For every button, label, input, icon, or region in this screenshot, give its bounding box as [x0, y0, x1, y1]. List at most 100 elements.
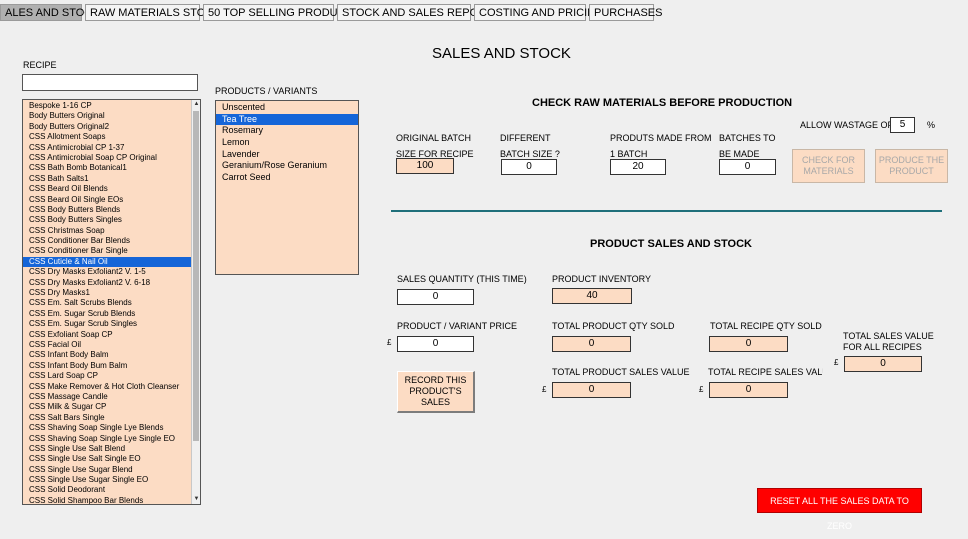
tab-stock-and-sales-reports[interactable]: STOCK AND SALES REPORTS	[337, 4, 500, 21]
recipe-list-item[interactable]: CSS Salt Bars Single	[23, 413, 191, 423]
recipe-list-item[interactable]: CSS Antimicrobial CP 1-37	[23, 143, 191, 153]
record-button-line3: SALES	[420, 397, 451, 407]
batches-label: BATCHES TO BE MADE	[719, 133, 776, 160]
total-sales-all-label-line1: TOTAL SALES VALUE	[843, 331, 934, 341]
check-button-line2: MATERIALS	[803, 166, 854, 176]
products-listbox[interactable]: Unscented Tea Tree Rosemary Lemon Lavender Ge…	[215, 100, 359, 275]
tab-sales-and-stock[interactable]: ALES AND STOCK	[0, 4, 100, 21]
recipe-list-item[interactable]: CSS Em. Sugar Scrub Blends	[23, 309, 191, 319]
original-batch-label: ORIGINAL BATCH SIZE FOR RECIPE	[396, 133, 474, 160]
tab-top-selling-products[interactable]: 50 TOP SELLING PRODUCTS	[203, 4, 360, 21]
recipe-list-item[interactable]: CSS Dry Masks1	[23, 288, 191, 298]
recipe-list-item[interactable]: Body Butters Original	[23, 111, 191, 121]
recipe-label: RECIPE	[23, 60, 57, 70]
recipe-list-item[interactable]: CSS Beard Oil Single EOs	[23, 195, 191, 205]
recipe-list-item[interactable]: CSS Exfoliant Soap CP	[23, 330, 191, 340]
recipe-scrollbar[interactable]: ▲ ▼	[191, 100, 200, 504]
tab-purchases[interactable]: PURCHASES	[589, 4, 662, 21]
product-list-item[interactable]: Carrot Seed	[216, 172, 358, 184]
recipe-list-item[interactable]: CSS Lard Soap CP	[23, 371, 191, 381]
price-input[interactable]: 0	[397, 336, 474, 352]
scroll-thumb[interactable]	[193, 111, 199, 441]
recipe-list-item[interactable]: CSS Make Remover & Hot Cloth Cleanser	[23, 382, 191, 392]
recipe-list-item[interactable]: CSS Allotment Soaps	[23, 132, 191, 142]
recipe-list-item[interactable]: CSS Beard Oil Blends	[23, 184, 191, 194]
recipe-list-item[interactable]: CSS Single Use Sugar Single EO	[23, 475, 191, 485]
recipe-list-item[interactable]: CSS Shaving Soap Single Lye Single EO	[23, 434, 191, 444]
inventory-label: PRODUCT INVENTORY	[552, 274, 652, 284]
percent-sign: %	[927, 120, 936, 130]
sales-heading: PRODUCT SALES AND STOCK	[590, 238, 752, 250]
record-sales-button[interactable]: RECORD THIS PRODUCT'S SALES	[397, 371, 475, 413]
tab-raw-materials-stock[interactable]: RAW MATERIALS STOCK	[85, 4, 221, 21]
record-button-line1: RECORD THIS	[404, 375, 467, 385]
total-product-sales-label: TOTAL PRODUCT SALES VALUE	[552, 367, 690, 377]
produce-product-button[interactable]: PRODUCE THE PRODUCT	[875, 149, 948, 183]
recipe-list-item[interactable]: CSS Massage Candle	[23, 392, 191, 402]
product-list-item[interactable]: Geranium/Rose Geranium	[216, 160, 358, 172]
product-list-item[interactable]: Unscented	[216, 102, 358, 114]
sales-qty-label: SALES QUANTITY (THIS TIME)	[397, 274, 527, 284]
product-list-item[interactable]: Tea Tree	[216, 113, 358, 126]
product-list-item[interactable]: Lavender	[216, 149, 358, 161]
reset-sales-button[interactable]: RESET ALL THE SALES DATA TO ZERO	[757, 488, 922, 531]
total-sales-all-value: 0	[844, 356, 922, 372]
total-sales-all-label: TOTAL SALES VALUE FOR ALL RECIPES	[843, 331, 934, 353]
tab-costing-and-pricing[interactable]: COSTING AND PRICING	[474, 4, 604, 21]
recipe-list-item[interactable]: CSS Single Use Salt Blend	[23, 444, 191, 454]
produce-button-line2: PRODUCT	[889, 166, 934, 176]
original-batch-label-line1: ORIGINAL BATCH	[396, 133, 472, 143]
recipe-list-item[interactable]: CSS Infant Body Bum Balm	[23, 361, 191, 371]
total-sales-all-currency: £	[834, 358, 839, 367]
allow-wastage-input[interactable]: 5	[890, 117, 915, 133]
recipe-list-item[interactable]: CSS Milk & Sugar CP	[23, 402, 191, 412]
recipe-list-item[interactable]: Bespoke 1-16 CP	[23, 101, 191, 111]
recipe-list-item[interactable]: CSS Antimicrobial Soap CP Original	[23, 153, 191, 163]
products-made-label-line1: PRODUTS MADE FROM	[610, 133, 712, 143]
recipe-list-item[interactable]: CSS Em. Sugar Scrub Singles	[23, 319, 191, 329]
total-sales-all-label-line2: FOR ALL RECIPES	[843, 342, 922, 352]
products-made-input[interactable]: 20	[610, 159, 666, 175]
check-for-materials-button[interactable]: CHECK FOR MATERIALS	[792, 149, 865, 183]
recipe-list-item[interactable]: CSS Single Use Sugar Blend	[23, 465, 191, 475]
products-label: PRODUCTS / VARIANTS	[215, 86, 318, 96]
scroll-up-icon[interactable]: ▲	[192, 100, 200, 109]
recipe-list-item[interactable]: CSS Solid Deodorant	[23, 485, 191, 495]
product-list-item[interactable]: Rosemary	[216, 125, 358, 137]
recipe-list-item[interactable]: CSS Bath Salts1	[23, 174, 191, 184]
price-label: PRODUCT / VARIANT PRICE	[397, 321, 518, 331]
recipe-list-item[interactable]: CSS Dry Masks Exfoliant2 V. 6-18	[23, 278, 191, 288]
original-batch-value: 100	[396, 158, 454, 174]
recipe-list-item[interactable]: CSS Cuticle & Nail Oil	[23, 256, 191, 268]
recipe-list-item[interactable]: CSS Dry Masks Exfoliant2 V. 1-5	[23, 267, 191, 277]
total-product-qty-label: TOTAL PRODUCT QTY SOLD	[552, 321, 675, 331]
batches-input[interactable]: 0	[719, 159, 776, 175]
total-recipe-qty-value: 0	[709, 336, 788, 352]
recipe-list-item[interactable]: CSS Em. Salt Scrubs Blends	[23, 298, 191, 308]
recipe-list-item[interactable]: CSS Facial Oil	[23, 340, 191, 350]
recipe-list-item[interactable]: Body Butters Original2	[23, 122, 191, 132]
price-currency: £	[387, 338, 392, 347]
recipe-list-item[interactable]: CSS Solid Shampoo Bar Blends	[23, 496, 191, 504]
recipe-list-item[interactable]: CSS Conditioner Bar Blends	[23, 236, 191, 246]
different-batch-input[interactable]: 0	[501, 159, 557, 175]
recipe-list-item[interactable]: CSS Infant Body Balm	[23, 350, 191, 360]
recipe-list-item[interactable]: CSS Body Butters Blends	[23, 205, 191, 215]
recipe-search-input[interactable]	[22, 74, 198, 91]
recipe-list-item[interactable]: CSS Bath Bomb Botanical1	[23, 163, 191, 173]
total-product-sales-currency: £	[542, 385, 547, 394]
recipe-list-item[interactable]: CSS Body Butters Singles	[23, 215, 191, 225]
recipe-list-item[interactable]: CSS Christmas Soap	[23, 226, 191, 236]
check-button-line1: CHECK FOR	[801, 155, 855, 165]
scroll-down-icon[interactable]: ▼	[192, 495, 200, 504]
product-list-item[interactable]: Lemon	[216, 137, 358, 149]
recipe-list-item[interactable]: CSS Conditioner Bar Single	[23, 246, 191, 256]
recipe-list-item[interactable]: CSS Shaving Soap Single Lye Blends	[23, 423, 191, 433]
sales-qty-input[interactable]: 0	[397, 289, 474, 305]
total-recipe-sales-label: TOTAL RECIPE SALES VALUE	[708, 367, 823, 377]
page-title: SALES AND STOCK	[432, 45, 571, 62]
raw-check-heading: CHECK RAW MATERIALS BEFORE PRODUCTION	[532, 97, 793, 109]
recipe-listbox[interactable]: Bespoke 1-16 CP Body Butters Original Body…	[22, 99, 201, 505]
recipe-list-item[interactable]: CSS Single Use Salt Single EO	[23, 454, 191, 464]
total-recipe-sales-currency: £	[699, 385, 704, 394]
